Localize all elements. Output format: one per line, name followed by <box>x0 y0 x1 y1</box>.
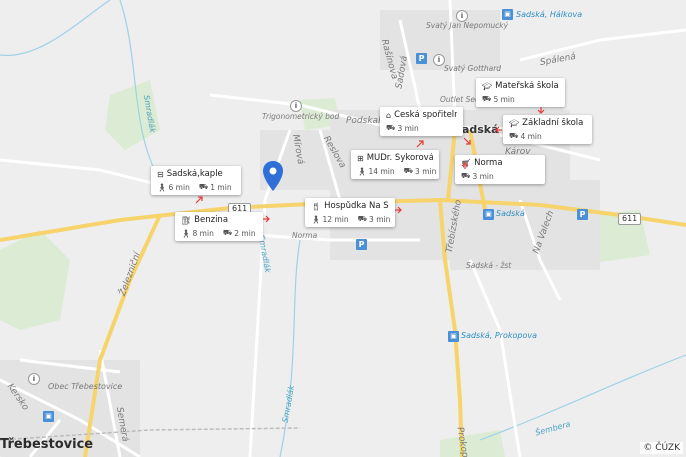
walk-icon: 🚶︎ <box>157 182 167 192</box>
drive-time: 5 min <box>493 94 515 104</box>
location-pin-icon[interactable] <box>262 160 284 192</box>
walk-icon: 🚶︎ <box>357 166 367 176</box>
walk-time: 14 min <box>368 166 395 176</box>
bus-stop-label: Sadská, Prokopova <box>461 331 537 340</box>
map-view[interactable]: Sadská Třebestovice Obec Třebestovice Sv… <box>0 0 686 457</box>
poi-card[interactable]: 🍴︎Hospůdka Na Sta... 🚶︎12 min ⛟3 min <box>305 198 395 227</box>
place-label: Outlet Sec <box>440 95 480 104</box>
info-icon[interactable]: i <box>456 10 468 22</box>
poi-card[interactable]: 🎓︎Základní škola Sa... ⛟4 min <box>503 115 592 144</box>
bus-stop-label: Sadská <box>496 209 525 218</box>
direction-arrow-icon <box>395 206 402 214</box>
poi-card[interactable]: ⊟ Sadská,kaple 🚶︎ 6 min ⛟ 1 min <box>151 166 241 195</box>
direction-arrow-icon <box>495 126 502 134</box>
drive-time: 3 min <box>397 123 419 133</box>
bus-stop-label: Sadská, Hálkova <box>516 10 583 19</box>
bank-icon: ⌂ <box>386 110 392 120</box>
poi-name: Hospůdka Na Sta... <box>324 201 389 211</box>
poi-card[interactable]: ⛽︎ Benzina 🚶︎ 8 min ⛟ 2 min <box>175 212 263 241</box>
school-icon: 🎓︎ <box>482 81 493 91</box>
poi-name: MUDr. Sykorová Ji... <box>366 153 433 163</box>
poi-card[interactable]: ⌂Česká spořitelna ⛟3 min <box>380 107 463 136</box>
place-label: Obec Třebestovice <box>48 382 123 391</box>
drive-time: 3 min <box>369 214 391 224</box>
place-label: Trigonometrický bod <box>262 112 340 121</box>
walk-icon: 🚶︎ <box>311 214 321 224</box>
info-icon[interactable]: i <box>290 100 302 112</box>
bus-stop-icon[interactable]: ▣ <box>483 209 494 220</box>
street-label: Podskal <box>346 116 381 126</box>
direction-arrow-icon <box>461 162 469 169</box>
direction-arrow-icon <box>195 196 203 204</box>
gas-icon: ⛽︎ <box>181 215 192 225</box>
green-area <box>0 230 70 330</box>
car-icon: ⛟ <box>461 171 471 180</box>
drive-time: 1 min <box>210 182 232 192</box>
place-label: Svatý Gotthard <box>444 64 502 73</box>
car-icon: ⛟ <box>357 214 368 223</box>
parking-icon[interactable]: P <box>577 209 588 220</box>
direction-arrow-icon <box>416 140 424 148</box>
direction-arrow-icon <box>263 215 270 223</box>
place-label: Svatý Jan Nepomucký <box>426 21 509 30</box>
poi-name: Sadská,kaple <box>166 169 223 179</box>
drive-time: 3 min <box>415 166 437 176</box>
place-label: Sadská - žst <box>466 261 512 270</box>
school-icon: 🎓︎ <box>509 118 520 128</box>
parking-icon[interactable]: P <box>416 53 427 64</box>
poi-card[interactable]: 🎓︎Mateřská škola S... ⛟5 min <box>476 78 565 107</box>
poi-name: Benzina <box>194 215 229 225</box>
walk-icon: 🚶︎ <box>181 228 191 238</box>
restaurant-icon: 🍴︎ <box>311 201 322 211</box>
car-icon: ⛟ <box>403 166 414 175</box>
poi-card[interactable]: ⊞MUDr. Sykorová Ji... 🚶︎14 min ⛟3 min <box>351 150 439 179</box>
medical-icon: ⊞ <box>357 153 364 163</box>
bus-icon: ⊟ <box>157 169 164 179</box>
car-icon: ⛟ <box>222 228 233 237</box>
direction-arrow-icon <box>537 107 545 114</box>
poi-name: Mateřská škola S... <box>495 81 559 91</box>
bus-stop-icon[interactable]: ▣ <box>43 411 54 422</box>
parking-icon[interactable]: P <box>356 239 367 250</box>
drive-time: 3 min <box>472 171 494 181</box>
walk-time: 12 min <box>322 214 349 224</box>
car-icon: ⛟ <box>482 94 492 103</box>
car-icon: ⛟ <box>509 131 519 140</box>
car-icon: ⛟ <box>386 123 396 132</box>
place-label: Norma <box>292 231 318 240</box>
info-icon[interactable]: i <box>433 54 445 66</box>
poi-name: Česká spořitelna <box>394 110 457 120</box>
road-number-shield: 611 <box>618 213 642 225</box>
poi-name: Základní škola Sa... <box>522 118 586 128</box>
town-label: Třebestovice <box>0 437 94 452</box>
walk-time: 6 min <box>168 182 190 192</box>
map-copyright: © ČÚZK <box>640 442 683 454</box>
drive-time: 4 min <box>520 131 542 141</box>
direction-arrow-icon <box>463 137 471 145</box>
drive-time: 2 min <box>234 228 256 238</box>
poi-name: Norma <box>474 158 503 168</box>
bus-stop-icon[interactable]: ▣ <box>502 9 513 20</box>
bus-stop-icon[interactable]: ▣ <box>448 331 459 342</box>
car-icon: ⛟ <box>198 182 209 191</box>
walk-time: 8 min <box>192 228 214 238</box>
info-icon[interactable]: i <box>28 373 40 385</box>
